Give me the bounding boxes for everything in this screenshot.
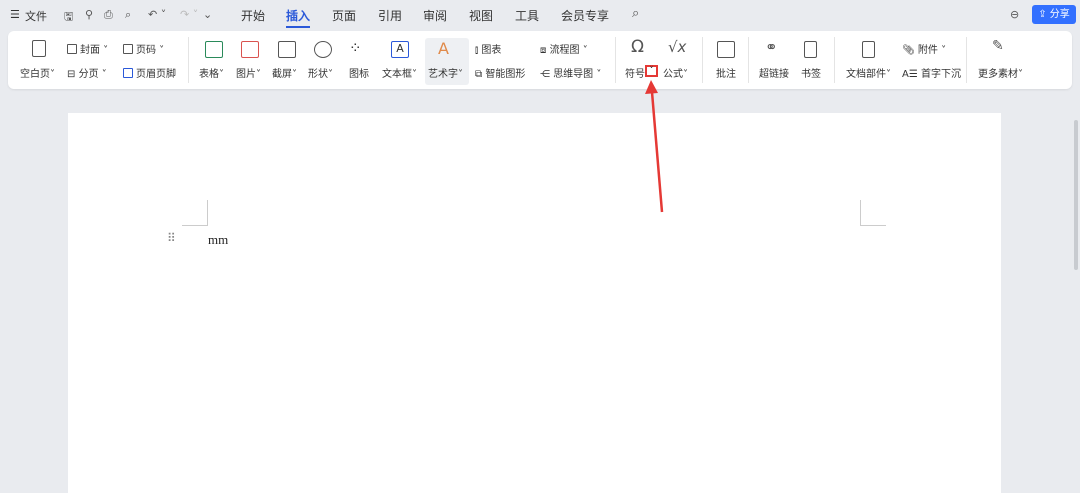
annotation-arrow — [645, 80, 664, 213]
